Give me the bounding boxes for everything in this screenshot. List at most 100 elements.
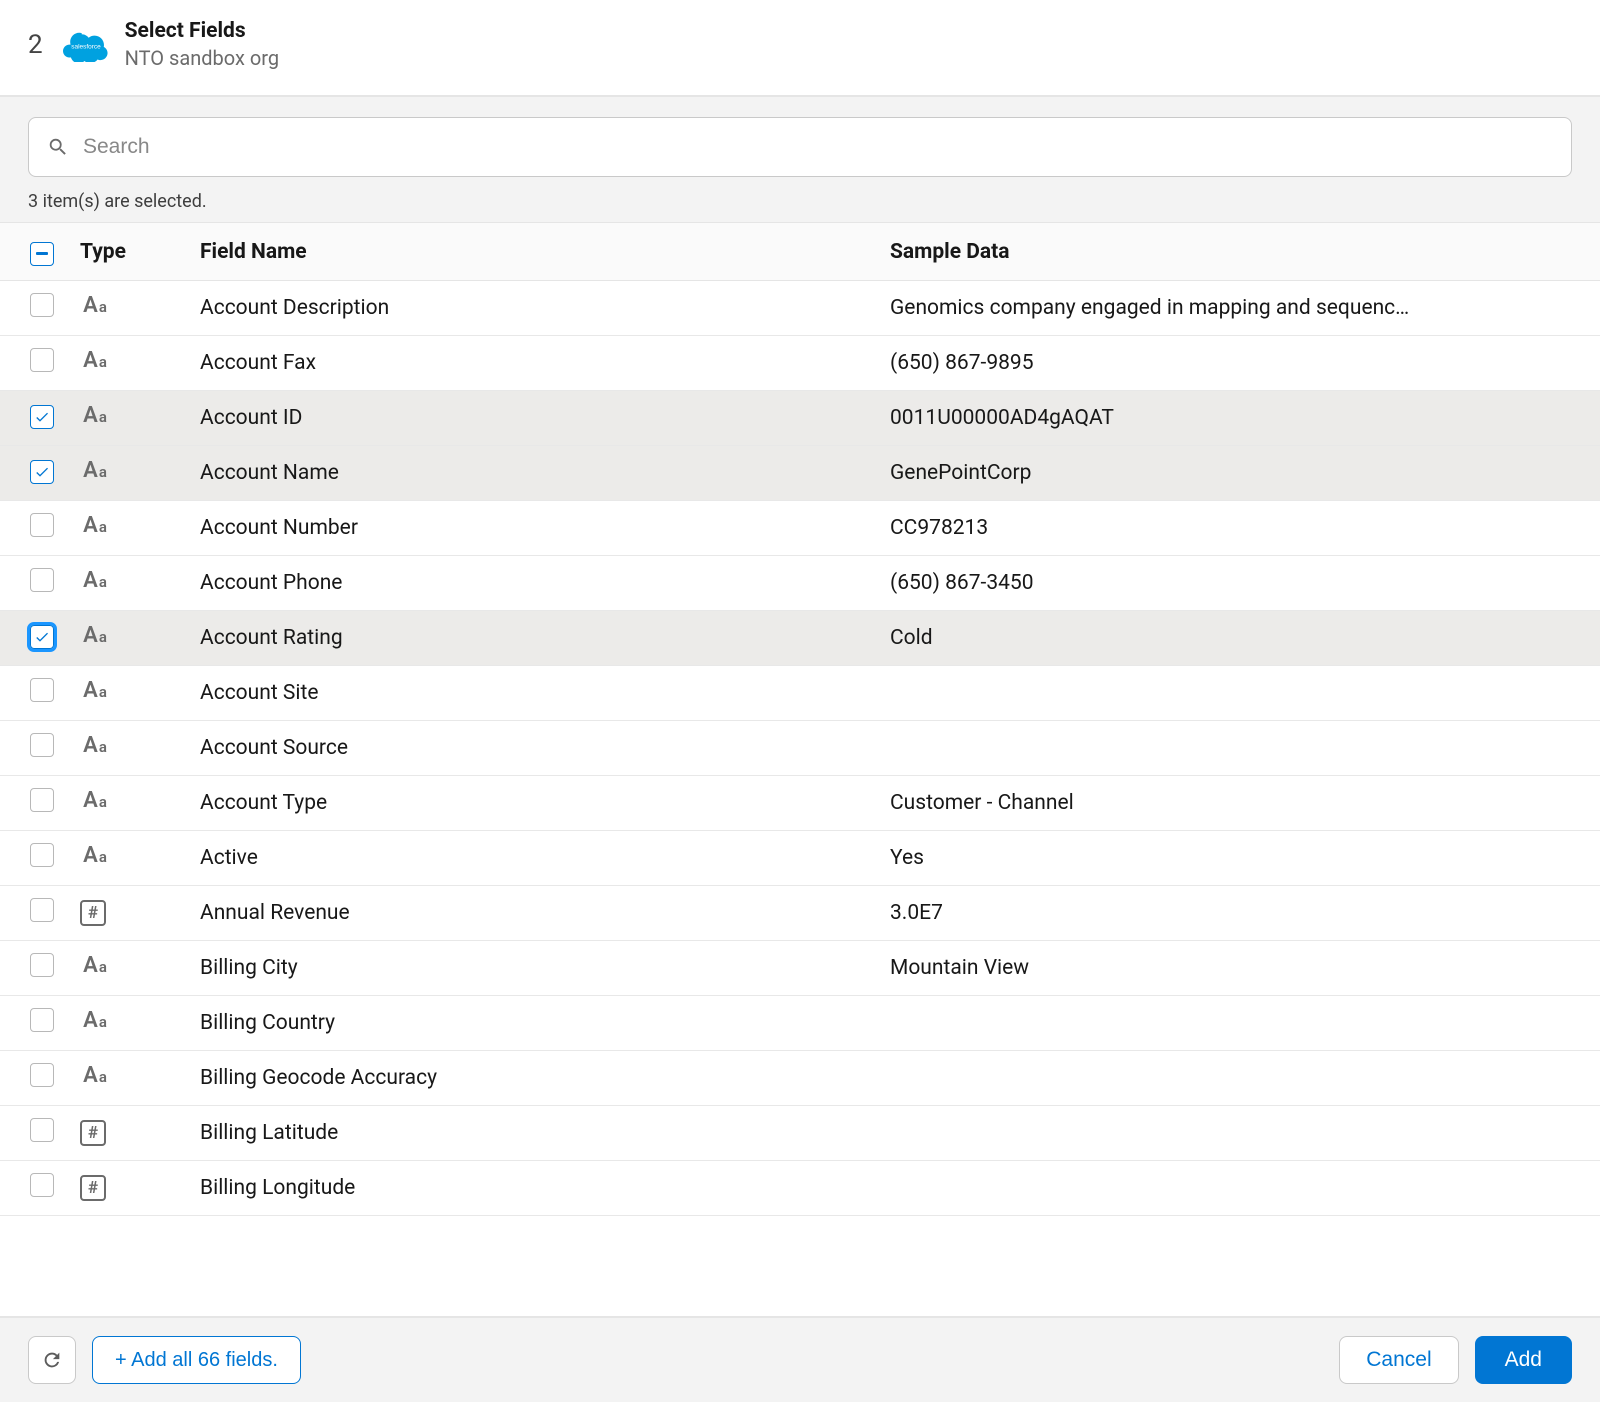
fields-table-wrapper[interactable]: Type Field Name Sample Data Aa Account De… [0,223,1600,1316]
field-name-cell: Account Fax [190,335,880,390]
search-input[interactable] [81,134,1553,160]
refresh-button[interactable] [28,1336,76,1384]
field-name-cell: Account Rating [190,610,880,665]
row-checkbox[interactable] [30,405,54,429]
text-type-icon: Aa [80,403,110,433]
sample-data-cell: (650) 867-3450 [880,555,1600,610]
row-checkbox[interactable] [30,898,54,922]
row-checkbox[interactable] [30,348,54,372]
table-row[interactable]: Aa Account Fax(650) 867-9895 [0,335,1600,390]
text-type-icon: Aa [80,843,110,873]
table-row[interactable]: # Annual Revenue3.0E7 [0,885,1600,940]
sample-data-cell [880,720,1600,775]
column-header-type[interactable]: Type [70,223,190,280]
number-type-icon: # [80,1175,106,1201]
number-type-icon: # [80,1120,106,1146]
table-row[interactable]: AaAccount Site [0,665,1600,720]
text-type-icon: Aa [80,348,110,378]
fields-table: Type Field Name Sample Data Aa Account De… [0,223,1600,1216]
text-type-icon: Aa [80,733,110,763]
row-checkbox[interactable] [30,513,54,537]
sample-data-cell: Mountain View [880,940,1600,995]
selection-count: 3 item(s) are selected. [28,191,1572,212]
field-name-cell: Annual Revenue [190,885,880,940]
row-checkbox[interactable] [30,1173,54,1197]
field-name-cell: Account Description [190,280,880,335]
column-header-sample-data[interactable]: Sample Data [880,223,1600,280]
row-checkbox[interactable] [30,788,54,812]
step-number: 2 [28,30,43,60]
field-name-cell: Billing City [190,940,880,995]
page-title: Select Fields [125,18,279,45]
row-checkbox[interactable] [30,1063,54,1087]
field-name-cell: Account Name [190,445,880,500]
sample-data-cell: Customer - Channel [880,775,1600,830]
table-row[interactable]: Aa Account RatingCold [0,610,1600,665]
sample-data-cell: 3.0E7 [880,885,1600,940]
column-header-field-name[interactable]: Field Name [190,223,880,280]
table-row[interactable]: Aa Account DescriptionGenomics company en… [0,280,1600,335]
row-checkbox[interactable] [30,1118,54,1142]
sample-data-cell [880,665,1600,720]
sample-data-cell [880,1050,1600,1105]
row-checkbox[interactable] [30,1008,54,1032]
field-name-cell: Billing Latitude [190,1105,880,1160]
text-type-icon: Aa [80,568,110,598]
table-row[interactable]: Aa Account TypeCustomer - Channel [0,775,1600,830]
row-checkbox[interactable] [30,625,54,649]
field-name-cell: Billing Geocode Accuracy [190,1050,880,1105]
row-checkbox[interactable] [30,568,54,592]
text-type-icon: Aa [80,513,110,543]
select-all-checkbox[interactable] [30,242,54,266]
field-name-cell: Account Type [190,775,880,830]
number-type-icon: # [80,900,106,926]
footer-bar: + Add all 66 fields. Cancel Add [0,1316,1600,1402]
row-checkbox[interactable] [30,843,54,867]
table-row[interactable]: Aa Account NumberCC978213 [0,500,1600,555]
table-row[interactable]: Aa Account Source [0,720,1600,775]
text-type-icon: Aa [80,623,110,653]
field-name-cell: Billing Country [190,995,880,1050]
table-row[interactable]: Aa Account Phone(650) 867-3450 [0,555,1600,610]
field-name-cell: Account Phone [190,555,880,610]
text-type-icon: Aa [80,293,110,323]
svg-text:salesforce: salesforce [71,43,101,50]
text-type-icon: Aa [80,953,110,983]
field-name-cell: Account Source [190,720,880,775]
search-icon [47,136,69,158]
sample-data-cell: CC978213 [880,500,1600,555]
field-name-cell: Account Number [190,500,880,555]
add-button[interactable]: Add [1475,1336,1572,1384]
page-subtitle: NTO sandbox org [125,45,279,71]
table-row[interactable]: Aa Billing CityMountain View [0,940,1600,995]
row-checkbox[interactable] [30,460,54,484]
row-checkbox[interactable] [30,678,54,702]
row-checkbox[interactable] [30,293,54,317]
text-type-icon: Aa [80,1063,110,1093]
text-type-icon: Aa [80,1008,110,1038]
sample-data-cell: Genomics company engaged in mapping and … [880,280,1600,335]
text-type-icon: Aa [80,788,110,818]
text-type-icon: Aa [80,458,110,488]
row-checkbox[interactable] [30,733,54,757]
sample-data-cell: Cold [880,610,1600,665]
search-wrapper [28,117,1572,177]
table-row[interactable]: # Billing Latitude [0,1105,1600,1160]
sample-data-cell: Yes [880,830,1600,885]
add-all-fields-button[interactable]: + Add all 66 fields. [92,1336,301,1384]
table-row[interactable]: Aa ActiveYes [0,830,1600,885]
sample-data-cell: GenePointCorp [880,445,1600,500]
table-row[interactable]: #Billing Longitude [0,1160,1600,1215]
table-row[interactable]: AaAccount ID0011U00000AD4gAQAT [0,390,1600,445]
table-row[interactable]: Aa Billing Country [0,995,1600,1050]
sample-data-cell [880,995,1600,1050]
table-row[interactable]: Aa Billing Geocode Accuracy [0,1050,1600,1105]
sample-data-cell: (650) 867-9895 [880,335,1600,390]
table-row[interactable]: Aa Account NameGenePointCorp [0,445,1600,500]
row-checkbox[interactable] [30,953,54,977]
cancel-button[interactable]: Cancel [1339,1336,1458,1384]
sample-data-cell: 0011U00000AD4gAQAT [880,390,1600,445]
minus-icon [36,252,48,255]
field-name-cell: Active [190,830,880,885]
search-section: 3 item(s) are selected. [0,97,1600,223]
